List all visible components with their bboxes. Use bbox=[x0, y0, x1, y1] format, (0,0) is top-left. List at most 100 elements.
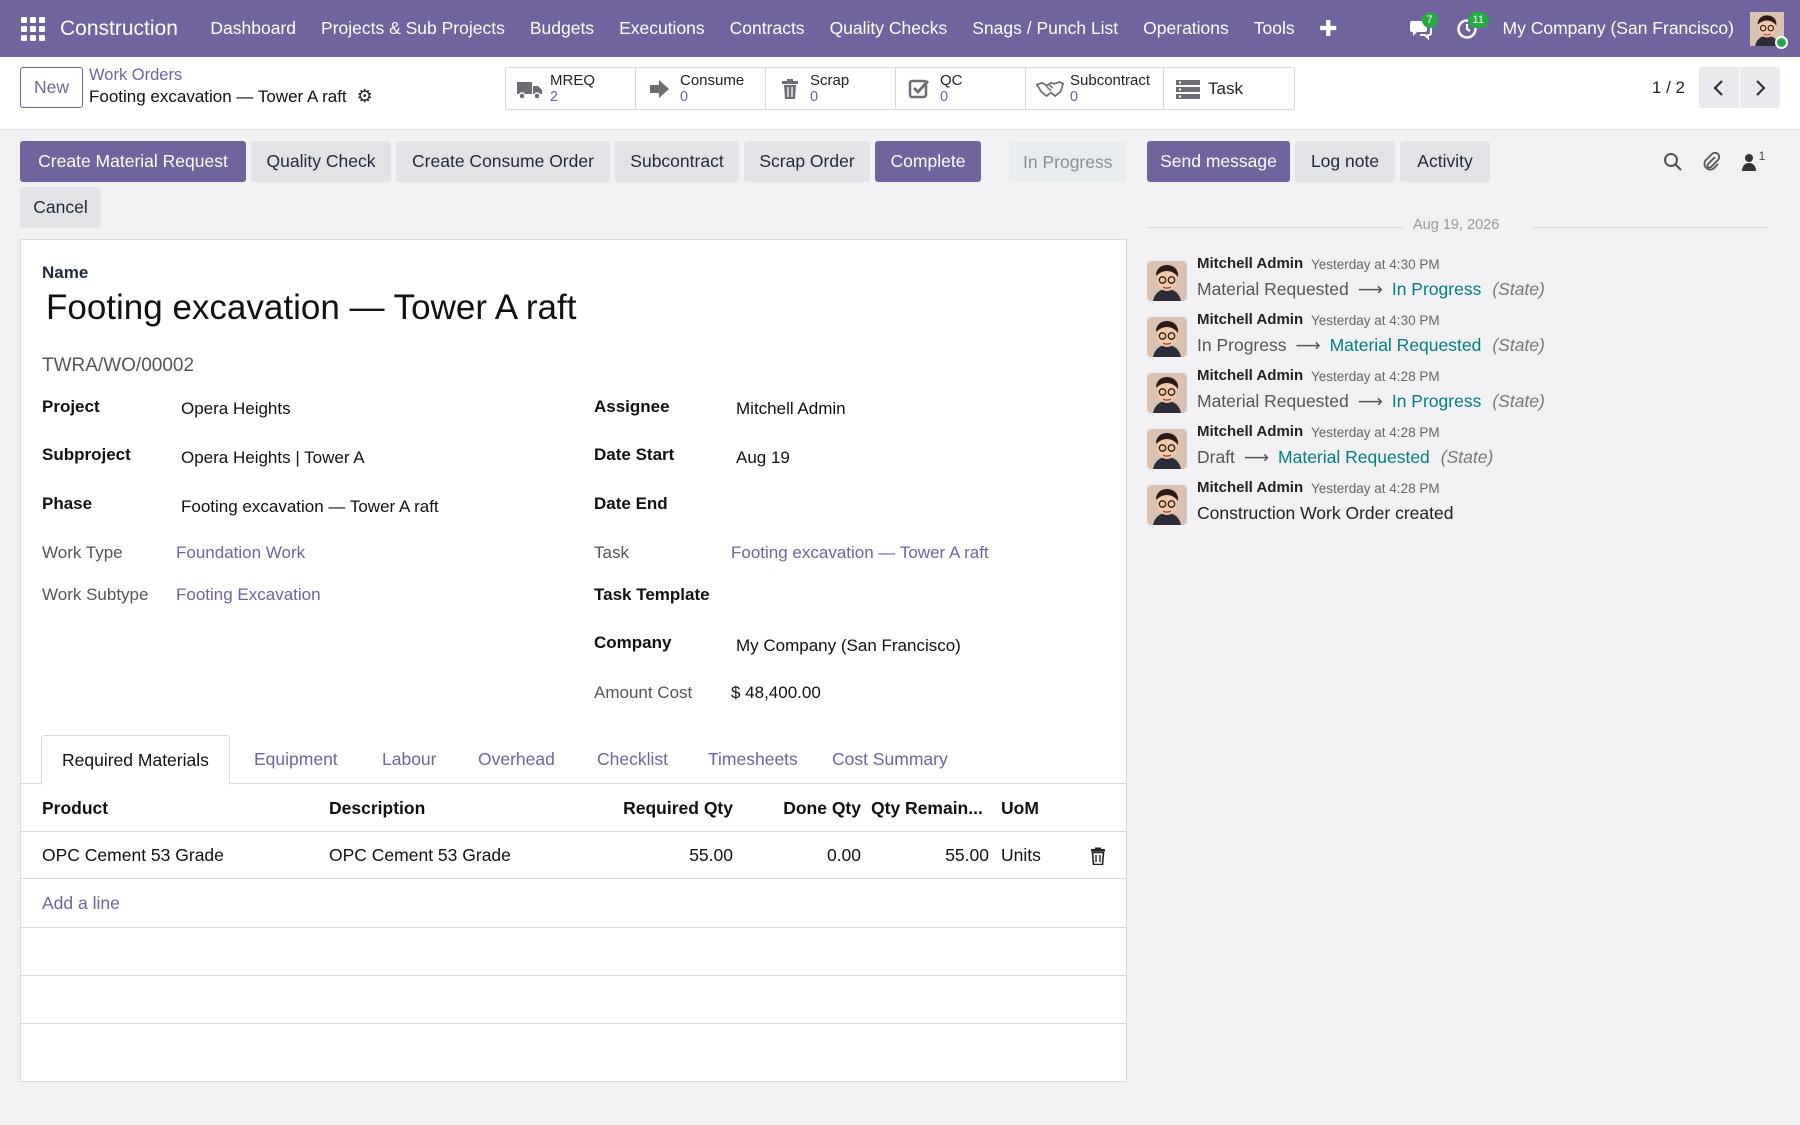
mreq-smart-button[interactable]: MREQ 2 bbox=[506, 68, 636, 109]
scrap-count: 0 bbox=[810, 88, 819, 105]
activity-badge: 11 bbox=[1467, 11, 1489, 28]
column-qty-remaining[interactable]: Qty Remain... bbox=[871, 785, 989, 832]
column-done-qty[interactable]: Done Qty bbox=[741, 785, 861, 832]
menu-dashboard[interactable]: Dashboard bbox=[198, 18, 309, 39]
menu-tools[interactable]: Tools bbox=[1241, 18, 1307, 39]
user-avatar[interactable] bbox=[1750, 11, 1788, 49]
new-button[interactable]: New bbox=[20, 67, 83, 108]
cell-uom[interactable]: Units bbox=[1001, 832, 1041, 879]
chatter-date: Aug 19, 2026 bbox=[1413, 217, 1500, 233]
task-template-label: Task Template bbox=[594, 585, 710, 604]
subcontract-count: 0 bbox=[1070, 88, 1079, 105]
column-product[interactable]: Product bbox=[42, 785, 108, 832]
date-end-field[interactable] bbox=[736, 497, 1036, 519]
app-brand[interactable]: Construction bbox=[60, 17, 178, 41]
author-avatar[interactable] bbox=[1147, 261, 1187, 301]
old-value: Material Requested bbox=[1197, 279, 1349, 299]
company-field[interactable]: My Company (San Francisco) bbox=[736, 636, 961, 656]
table-row[interactable]: OPC Cement 53 Grade OPC Cement 53 Grade … bbox=[21, 832, 1126, 879]
pager-previous-button[interactable] bbox=[1699, 67, 1739, 108]
followers-button[interactable]: 1 bbox=[1735, 148, 1771, 176]
breadcrumb-work-orders[interactable]: Work Orders bbox=[89, 66, 373, 85]
column-required-qty[interactable]: Required Qty bbox=[541, 785, 733, 832]
tab-checklist[interactable]: Checklist bbox=[577, 735, 688, 784]
menu-snags[interactable]: Snags / Punch List bbox=[960, 18, 1131, 39]
assignee-field[interactable]: Mitchell Admin bbox=[736, 399, 846, 419]
create-consume-order-button[interactable]: Create Consume Order bbox=[396, 141, 610, 182]
delete-row-icon[interactable] bbox=[1090, 832, 1106, 879]
sign-in-icon bbox=[646, 76, 674, 102]
subcontract-smart-button[interactable]: Subcontract 0 bbox=[1026, 68, 1164, 109]
add-line-link[interactable]: Add a line bbox=[42, 879, 120, 927]
message-time: Yesterday at 4:30 PM bbox=[1311, 257, 1440, 272]
column-uom[interactable]: UoM bbox=[1001, 785, 1039, 832]
pager-next-button[interactable] bbox=[1740, 67, 1780, 108]
menu-contracts[interactable]: Contracts bbox=[717, 18, 817, 39]
menu-operations[interactable]: Operations bbox=[1131, 18, 1242, 39]
activity-clock-icon[interactable]: 11 bbox=[1447, 9, 1489, 49]
status-badge: In Progress bbox=[1009, 142, 1127, 182]
cancel-button[interactable]: Cancel bbox=[20, 187, 101, 228]
scrap-smart-button[interactable]: Scrap 0 bbox=[766, 68, 896, 109]
phase-field[interactable]: Footing excavation — Tower A raft bbox=[181, 497, 439, 517]
author-avatar[interactable] bbox=[1147, 485, 1187, 525]
column-description[interactable]: Description bbox=[329, 785, 425, 832]
apps-grid-icon[interactable] bbox=[20, 16, 46, 42]
subcontract-button[interactable]: Subcontract bbox=[615, 141, 739, 182]
complete-button[interactable]: Complete bbox=[875, 141, 981, 182]
subproject-field[interactable]: Opera Heights | Tower A bbox=[181, 448, 365, 468]
menu-executions[interactable]: Executions bbox=[607, 18, 718, 39]
search-icon[interactable] bbox=[1659, 148, 1687, 176]
message-author[interactable]: Mitchell Admin bbox=[1197, 255, 1303, 272]
cell-done-qty[interactable]: 0.00 bbox=[741, 832, 861, 879]
activity-button[interactable]: Activity bbox=[1400, 141, 1490, 182]
task-smart-button[interactable]: Task bbox=[1164, 68, 1294, 109]
cell-required-qty[interactable]: 55.00 bbox=[541, 832, 733, 879]
messages-badge: 7 bbox=[1421, 11, 1438, 28]
tab-cost-summary[interactable]: Cost Summary bbox=[812, 735, 968, 784]
mreq-label: MREQ bbox=[550, 71, 595, 89]
menu-quality-checks[interactable]: Quality Checks bbox=[817, 18, 960, 39]
menu-budgets[interactable]: Budgets bbox=[517, 18, 606, 39]
cell-product[interactable]: OPC Cement 53 Grade bbox=[42, 832, 224, 879]
name-field[interactable]: Footing excavation — Tower A raft bbox=[46, 288, 576, 328]
quality-check-button[interactable]: Quality Check bbox=[251, 141, 391, 182]
gear-icon[interactable]: ⚙ bbox=[357, 86, 373, 107]
paperclip-icon[interactable] bbox=[1697, 148, 1725, 176]
plus-icon[interactable]: ✚ bbox=[1307, 16, 1349, 42]
project-field[interactable]: Opera Heights bbox=[181, 399, 291, 419]
tab-labour[interactable]: Labour bbox=[362, 735, 457, 784]
menu-projects[interactable]: Projects & Sub Projects bbox=[309, 18, 518, 39]
messages-icon[interactable]: 7 bbox=[1401, 9, 1441, 49]
author-avatar[interactable] bbox=[1147, 373, 1187, 413]
qc-smart-button[interactable]: QC 0 bbox=[896, 68, 1026, 109]
work-subtype-field[interactable]: Footing Excavation bbox=[176, 585, 321, 605]
scrap-order-button[interactable]: Scrap Order bbox=[744, 141, 870, 182]
subcontract-label: Subcontract bbox=[1070, 71, 1151, 89]
send-message-button[interactable]: Send message bbox=[1147, 141, 1290, 182]
tab-equipment[interactable]: Equipment bbox=[234, 735, 358, 784]
consume-smart-button[interactable]: Consume 0 bbox=[636, 68, 766, 109]
task-field[interactable]: Footing excavation — Tower A raft bbox=[731, 543, 989, 563]
pager-value[interactable]: 1 / 2 bbox=[1652, 78, 1685, 98]
tab-overhead[interactable]: Overhead bbox=[458, 735, 575, 784]
create-material-request-button[interactable]: Create Material Request bbox=[20, 141, 246, 182]
mreq-count: 2 bbox=[550, 88, 559, 105]
company-label: Company bbox=[594, 633, 672, 652]
log-note-button[interactable]: Log note bbox=[1295, 141, 1395, 182]
message-author[interactable]: Mitchell Admin bbox=[1197, 423, 1303, 440]
tab-timesheets[interactable]: Timesheets bbox=[688, 735, 818, 784]
date-start-field[interactable]: Aug 19 bbox=[736, 448, 790, 468]
cell-description[interactable]: OPC Cement 53 Grade bbox=[329, 832, 511, 879]
author-avatar[interactable] bbox=[1147, 317, 1187, 357]
work-type-field[interactable]: Foundation Work bbox=[176, 543, 305, 563]
tracked-field: (State) bbox=[1492, 391, 1545, 411]
company-switcher[interactable]: My Company (San Francisco) bbox=[1503, 18, 1734, 39]
message-author[interactable]: Mitchell Admin bbox=[1197, 479, 1303, 496]
tab-required-materials[interactable]: Required Materials bbox=[41, 735, 230, 785]
task-template-field[interactable] bbox=[736, 585, 1036, 607]
author-avatar[interactable] bbox=[1147, 429, 1187, 469]
message-author[interactable]: Mitchell Admin bbox=[1197, 367, 1303, 384]
notebook-tabs: Required Materials Equipment Labour Over… bbox=[21, 735, 1126, 785]
message-author[interactable]: Mitchell Admin bbox=[1197, 311, 1303, 328]
